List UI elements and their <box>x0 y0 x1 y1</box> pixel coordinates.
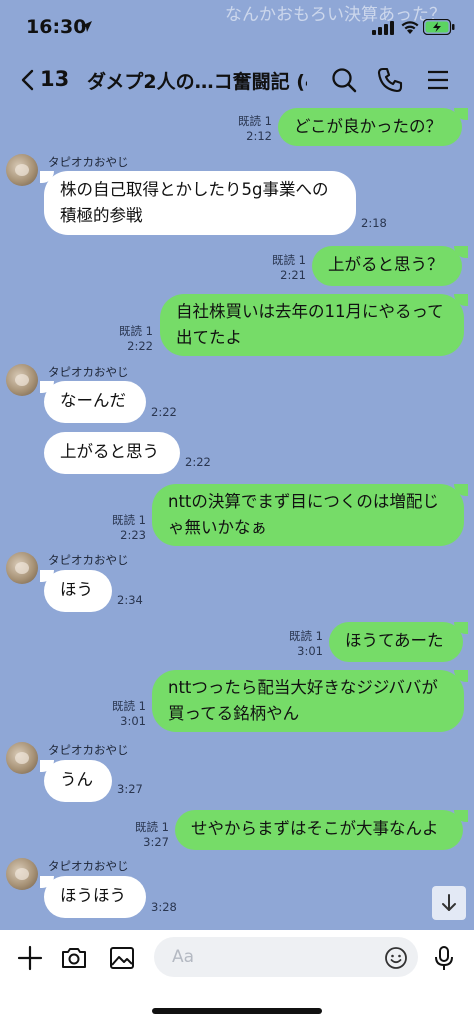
image-icon[interactable] <box>108 944 136 972</box>
sender-name: タピオカおやじ <box>48 365 129 379</box>
message-bubble-sent[interactable]: nttつったら配当大好きなジジババが 買ってる銘柄やん <box>152 670 464 732</box>
chat-area[interactable]: 既読 1 2:12 どこが良かったの？ タピオカおやじ 株の自己取得とかしたり5… <box>0 108 474 930</box>
read-receipt: 既読 1 <box>112 699 146 713</box>
message-bubble-sent[interactable]: せやからまずはそこが大事なんよ <box>175 810 463 850</box>
emoji-icon[interactable] <box>384 946 408 970</box>
avatar[interactable] <box>6 858 38 890</box>
message-input-bar <box>0 930 474 1024</box>
sender-name: タピオカおやじ <box>48 859 129 873</box>
sender-name: タピオカおやじ <box>48 155 129 169</box>
avatar[interactable] <box>6 154 38 186</box>
message-time: 2:12 <box>246 129 272 143</box>
message-text: nttつったら配当大好きなジジババが <box>168 678 438 697</box>
message-input[interactable] <box>154 937 418 977</box>
message-meta: 既読 1 3:01 <box>289 629 323 659</box>
message-time: 3:28 <box>151 900 177 914</box>
message-bubble-sent[interactable]: nttの決算でまず目につくのは増配じ ゃ無いかなぁ <box>152 484 464 546</box>
search-icon[interactable] <box>330 66 358 94</box>
message-text: 出てたよ <box>176 328 242 347</box>
message-bubble-received[interactable]: ほう <box>44 570 112 612</box>
message-time: 2:18 <box>361 216 387 230</box>
message-text: うん <box>60 770 93 789</box>
message-time: 2:22 <box>127 339 153 353</box>
message-text: 買ってる銘柄やん <box>168 704 300 723</box>
message-meta: 既読 1 2:22 <box>119 324 153 354</box>
message-bubble-sent[interactable]: 自社株買いは去年の11月にやるって 出てたよ <box>160 294 464 356</box>
wifi-icon <box>401 21 419 34</box>
message-bubble-received[interactable]: ほうほう <box>44 876 146 918</box>
read-receipt: 既読 1 <box>238 114 272 128</box>
menu-icon[interactable] <box>424 66 452 94</box>
read-receipt: 既読 1 <box>112 513 146 527</box>
status-time: 16:30 <box>26 16 87 38</box>
message-time: 3:01 <box>120 714 146 728</box>
message-bubble-received[interactable]: なーんだ <box>44 381 146 423</box>
chat-header: 13 ダメプ2人の…コ奮闘記 (4) <box>0 52 474 108</box>
message-time: 3:27 <box>117 782 143 796</box>
location-arrow-icon <box>81 21 92 32</box>
read-receipt: 既読 1 <box>289 629 323 643</box>
plus-icon[interactable] <box>16 944 44 972</box>
sender-name: タピオカおやじ <box>48 553 129 567</box>
message-time: 3:27 <box>143 835 169 849</box>
message-meta: 既読 1 3:27 <box>135 820 169 850</box>
message-bubble-sent[interactable]: 上がると思う？ <box>312 246 462 286</box>
message-bubble-received[interactable]: 株の自己取得とかしたり5g事業への 積極的参戦 <box>44 171 356 235</box>
read-receipt: 既読 1 <box>272 253 306 267</box>
signal-icon <box>372 21 394 35</box>
message-bubble-received[interactable]: 上がると思う <box>44 432 180 474</box>
message-text: ほうほう <box>60 886 126 905</box>
avatar[interactable] <box>6 552 38 584</box>
avatar[interactable] <box>6 364 38 396</box>
message-time: 2:34 <box>117 593 143 607</box>
read-receipt: 既読 1 <box>135 820 169 834</box>
battery-charging-icon <box>423 19 455 35</box>
message-bubble-sent[interactable]: ほうてあーた <box>329 622 463 662</box>
message-bubble-sent[interactable]: どこが良かったの？ <box>278 108 462 146</box>
message-text: 積極的参戦 <box>60 206 143 225</box>
sender-name: タピオカおやじ <box>48 743 129 757</box>
avatar[interactable] <box>6 742 38 774</box>
status-bar: なんかおもろい決算あった？ 16:30 <box>0 0 474 52</box>
message-meta: 既読 1 2:21 <box>272 253 306 283</box>
message-text: ほうてあーた <box>345 631 444 650</box>
message-text: ほう <box>60 580 93 599</box>
message-text: 上がると思う <box>60 442 159 461</box>
message-time: 2:22 <box>185 455 211 469</box>
read-receipt: 既読 1 <box>119 324 153 338</box>
message-text: せやからまずはそこが大事なんよ <box>191 819 439 838</box>
arrow-down-icon <box>442 894 456 911</box>
message-meta: 既読 1 2:23 <box>112 513 146 543</box>
camera-icon[interactable] <box>60 944 88 972</box>
message-time: 2:22 <box>151 405 177 419</box>
chat-title[interactable]: ダメプ2人の…コ奮闘記 (4) <box>87 67 307 94</box>
microphone-icon[interactable] <box>430 944 458 972</box>
back-chevron-icon[interactable] <box>18 68 38 92</box>
message-text: なーんだ <box>60 391 126 410</box>
unread-count[interactable]: 13 <box>40 67 69 91</box>
message-time: 2:21 <box>280 268 306 282</box>
message-text: ゃ無いかなぁ <box>168 518 267 537</box>
message-meta: 既読 1 3:01 <box>112 699 146 729</box>
phone-icon[interactable] <box>376 66 404 94</box>
message-time: 3:01 <box>297 644 323 658</box>
message-text: どこが良かったの？ <box>294 117 443 136</box>
message-text: nttの決算でまず目につくのは増配じ <box>168 492 439 511</box>
scroll-to-bottom-button[interactable] <box>432 886 466 920</box>
message-time: 2:23 <box>120 528 146 542</box>
message-meta: 既読 1 2:12 <box>238 114 272 144</box>
message-bubble-received[interactable]: うん <box>44 760 112 802</box>
message-text: 上がると思う？ <box>328 255 444 274</box>
message-text: 自社株買いは去年の11月にやるって <box>176 302 444 321</box>
home-indicator[interactable] <box>152 1008 322 1014</box>
message-text: 株の自己取得とかしたり5g事業への <box>60 180 329 199</box>
